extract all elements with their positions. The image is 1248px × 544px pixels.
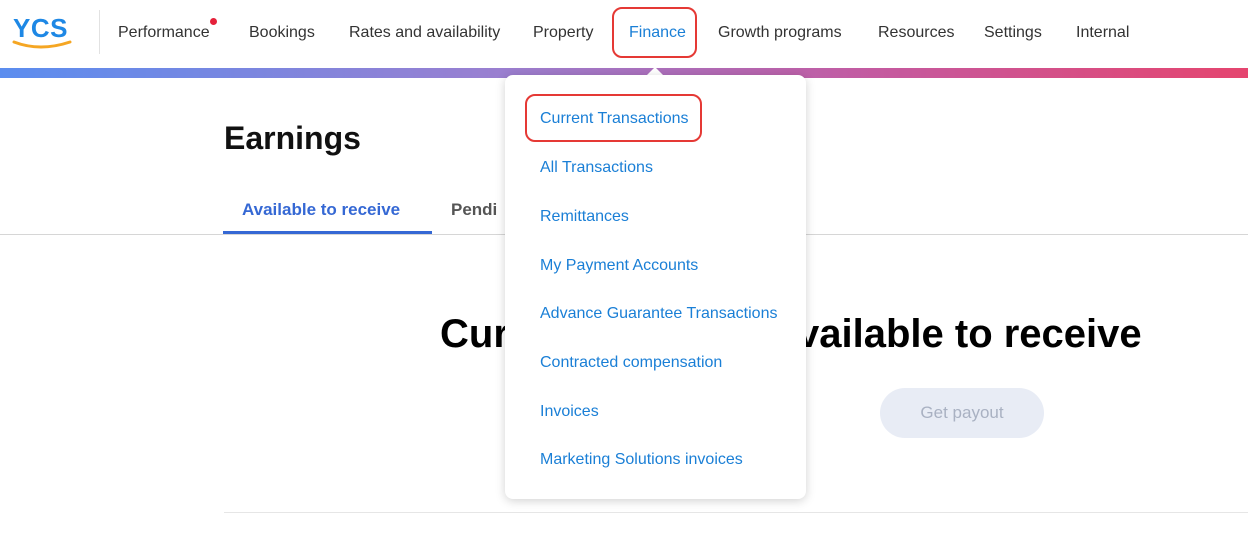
logo-swoosh-icon [12, 40, 72, 49]
tab-available-to-receive[interactable]: Available to receive [242, 200, 400, 220]
nav-item-performance[interactable]: Performance [118, 24, 210, 42]
nav-item-growth-programs[interactable]: Growth programs [718, 24, 842, 42]
notification-dot [210, 18, 217, 25]
tab-pending[interactable]: Pendi [451, 200, 497, 220]
nav-item-rates-and-availability[interactable]: Rates and availability [349, 24, 500, 42]
menu-item-contracted-compensation[interactable]: Contracted compensation [540, 354, 722, 372]
nav-item-resources[interactable]: Resources [878, 24, 954, 42]
menu-item-remittances[interactable]: Remittances [540, 208, 629, 226]
top-navigation-bar: YCS Performance Bookings Rates and avail… [0, 0, 1248, 68]
menu-item-current-transactions[interactable]: Current Transactions [540, 110, 689, 128]
available-headline-right: vailable to receive [797, 312, 1142, 356]
menu-item-all-transactions[interactable]: All Transactions [540, 159, 653, 177]
nav-item-bookings[interactable]: Bookings [249, 24, 315, 42]
menu-item-my-payment-accounts[interactable]: My Payment Accounts [540, 257, 698, 275]
page-title: Earnings [224, 120, 361, 156]
available-headline-left: Cur [440, 312, 509, 356]
nav-item-settings[interactable]: Settings [984, 24, 1042, 42]
section-divider [224, 512, 1248, 513]
ycs-logo[interactable]: YCS [10, 10, 74, 50]
menu-item-advance-guarantee-transactions[interactable]: Advance Guarantee Transactions [540, 305, 777, 323]
logo-divider [99, 10, 100, 54]
menu-item-marketing-solutions-invoices[interactable]: Marketing Solutions invoices [540, 451, 743, 469]
get-payout-button[interactable]: Get payout [880, 388, 1044, 438]
nav-item-internal[interactable]: Internal [1076, 24, 1129, 42]
finance-highlight-box [612, 7, 697, 58]
nav-item-property[interactable]: Property [533, 24, 593, 42]
menu-item-invoices[interactable]: Invoices [540, 403, 599, 421]
